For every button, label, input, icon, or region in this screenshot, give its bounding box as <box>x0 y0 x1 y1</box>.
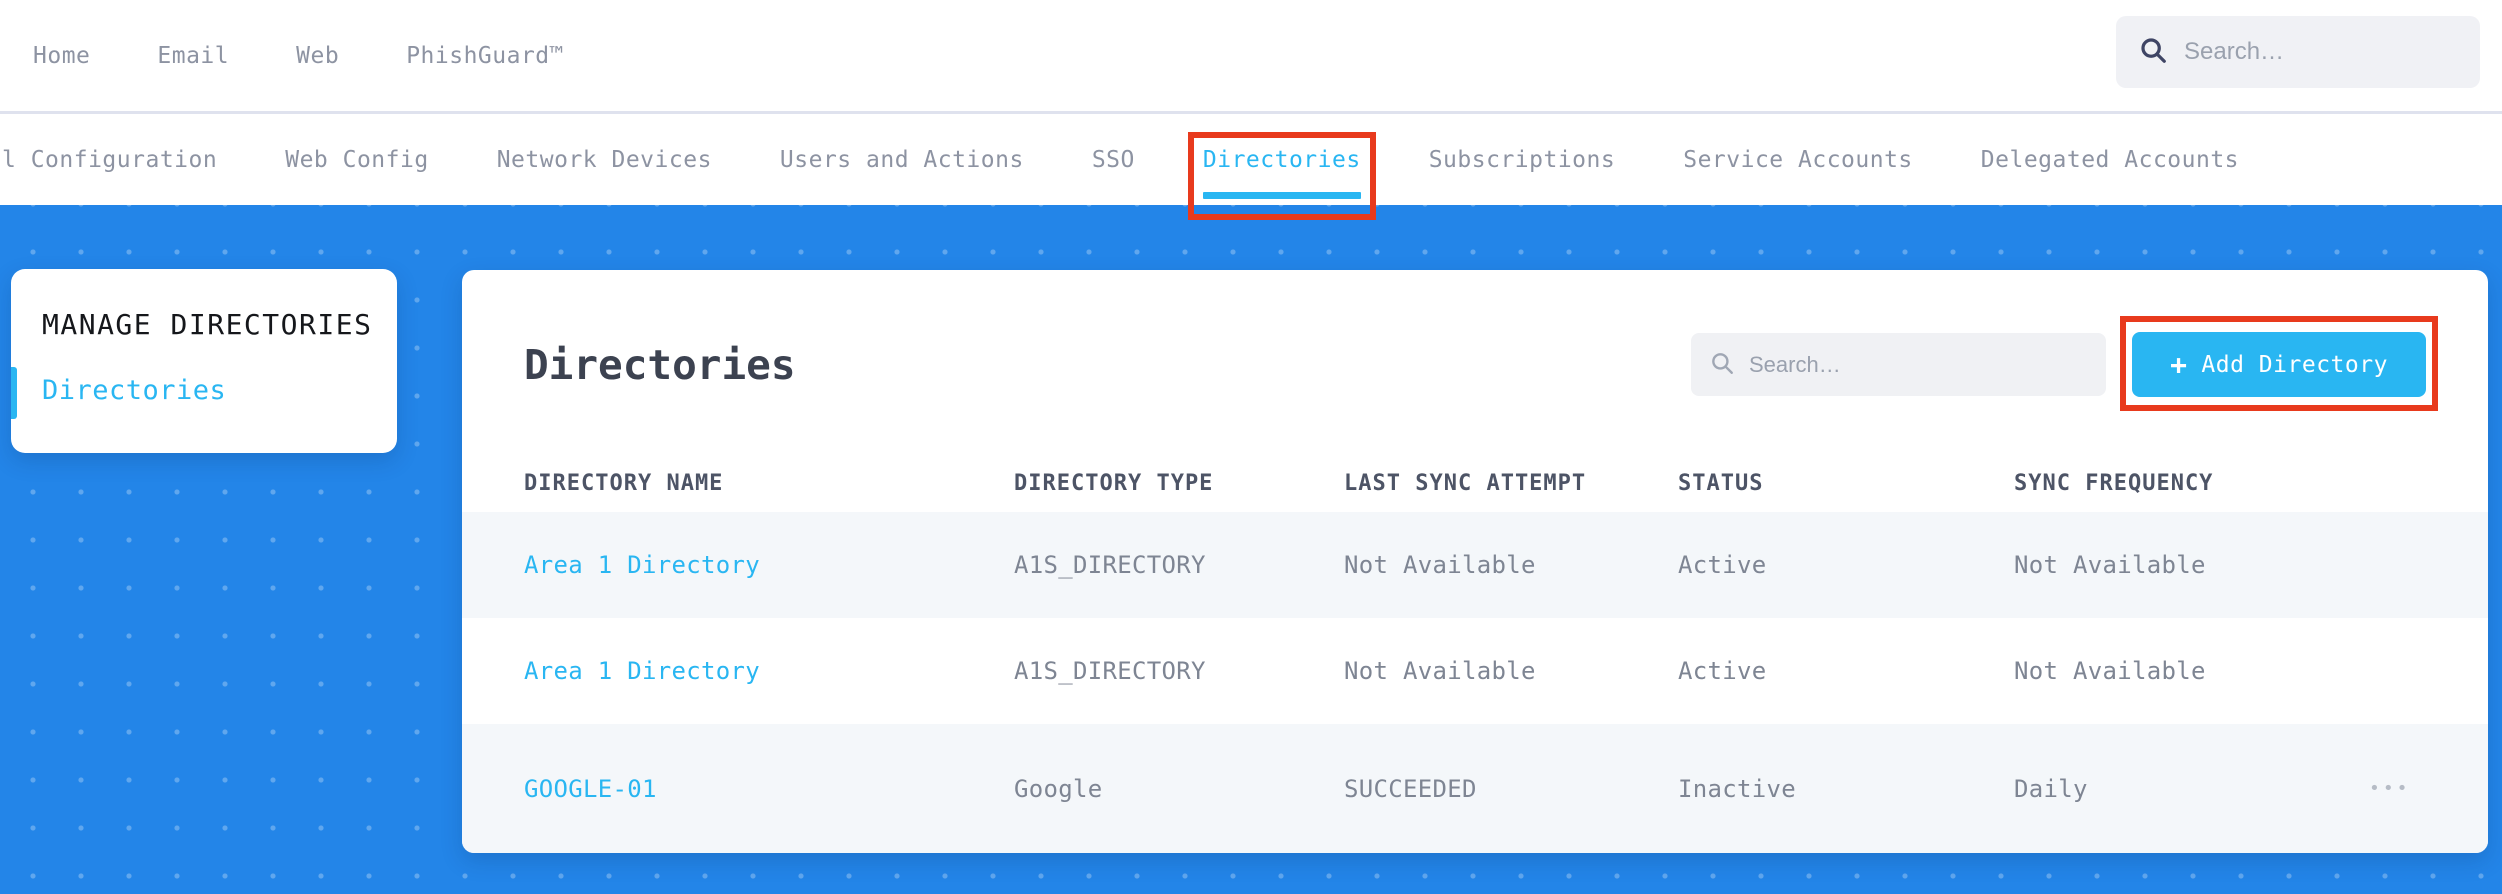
settings-tab-bar: l Configuration Web Config Network Devic… <box>0 114 2502 220</box>
tab-sso[interactable]: SSO <box>1092 147 1135 173</box>
global-search-input[interactable] <box>2184 38 2458 66</box>
tab-email-configuration[interactable]: l Configuration <box>2 147 217 173</box>
sidebar-active-indicator <box>11 367 17 419</box>
workspace-background: MANAGE DIRECTORIES Directories Directori… <box>0 205 2502 894</box>
directory-name-link[interactable]: GOOGLE-01 <box>524 775 1014 803</box>
nav-item-email[interactable]: Email <box>157 43 229 69</box>
status-cell: Inactive <box>1678 774 1796 803</box>
add-directory-button-label: Add Directory <box>2201 351 2388 378</box>
panel-title: Directories <box>524 340 796 389</box>
sync-frequency-cell: Daily <box>2014 774 2088 803</box>
add-directory-button-wrap: + Add Directory <box>2120 316 2438 411</box>
directories-panel: Directories + Add Directory DIRECTORY NA… <box>462 270 2488 853</box>
panel-header: Directories + Add Directory <box>462 270 2488 411</box>
directories-search-box[interactable] <box>1691 333 2106 396</box>
search-icon <box>1709 350 1735 380</box>
nav-item-home[interactable]: Home <box>33 43 90 69</box>
directory-type-cell: Google <box>1014 774 1103 803</box>
top-nav-items: Home Email Web PhishGuard™ <box>33 43 564 69</box>
last-sync-cell: SUCCEEDED <box>1344 774 1477 803</box>
tab-service-accounts[interactable]: Service Accounts <box>1683 147 1913 173</box>
column-header-sync-frequency: SYNC FREQUENCY <box>2014 471 2214 496</box>
directory-type-cell: A1S_DIRECTORY <box>1014 551 1206 579</box>
sync-frequency-cell: Not Available <box>2014 657 2206 685</box>
column-header-directory-type: DIRECTORY TYPE <box>1014 471 1214 496</box>
tab-delegated-accounts[interactable]: Delegated Accounts <box>1981 147 2239 173</box>
sidebar-item-directories[interactable]: Directories <box>42 375 377 406</box>
directory-name-link[interactable]: Area 1 Directory <box>524 657 1014 685</box>
table-row: Area 1 Directory A1S_DIRECTORY Not Avail… <box>462 618 2488 724</box>
tab-web-config[interactable]: Web Config <box>285 147 428 173</box>
last-sync-cell: Not Available <box>1344 657 1536 685</box>
tab-users-and-actions[interactable]: Users and Actions <box>780 147 1024 173</box>
table-header-row: DIRECTORY NAME DIRECTORY TYPE LAST SYNC … <box>462 455 2488 512</box>
tab-subscriptions[interactable]: Subscriptions <box>1429 147 1616 173</box>
ellipsis-icon[interactable]: ••• <box>2369 778 2426 799</box>
tab-directories-label: Directories <box>1202 146 1361 173</box>
column-header-directory-name: DIRECTORY NAME <box>524 471 724 496</box>
column-header-last-sync-attempt: LAST SYNC ATTEMPT <box>1344 471 1587 496</box>
tab-network-devices[interactable]: Network Devices <box>497 147 712 173</box>
directories-search-input[interactable] <box>1749 351 2088 378</box>
add-directory-button[interactable]: + Add Directory <box>2132 332 2426 397</box>
status-cell: Active <box>1678 657 1767 685</box>
nav-item-web[interactable]: Web <box>296 43 339 69</box>
table-row: GOOGLE-01 Google SUCCEEDED Inactive Dail… <box>462 724 2488 853</box>
tab-directories[interactable]: Directories <box>1187 131 1376 220</box>
table-row: Area 1 Directory A1S_DIRECTORY Not Avail… <box>462 512 2488 618</box>
manage-directories-card: MANAGE DIRECTORIES Directories <box>11 269 397 453</box>
nav-item-phishguard[interactable]: PhishGuard™ <box>406 43 564 69</box>
sync-frequency-cell: Not Available <box>2014 551 2206 579</box>
search-icon <box>2138 35 2168 69</box>
column-header-status: STATUS <box>1678 471 1764 496</box>
status-cell: Active <box>1678 551 1767 579</box>
global-search-box[interactable] <box>2116 16 2480 88</box>
last-sync-cell: Not Available <box>1344 551 1536 579</box>
plus-icon: + <box>2170 347 2188 381</box>
sidebar-heading: MANAGE DIRECTORIES <box>42 308 373 341</box>
top-nav-bar: Home Email Web PhishGuard™ <box>0 0 2502 111</box>
active-tab-underline <box>1202 191 1361 199</box>
directory-type-cell: A1S_DIRECTORY <box>1014 657 1206 685</box>
directory-name-link[interactable]: Area 1 Directory <box>524 551 1014 579</box>
